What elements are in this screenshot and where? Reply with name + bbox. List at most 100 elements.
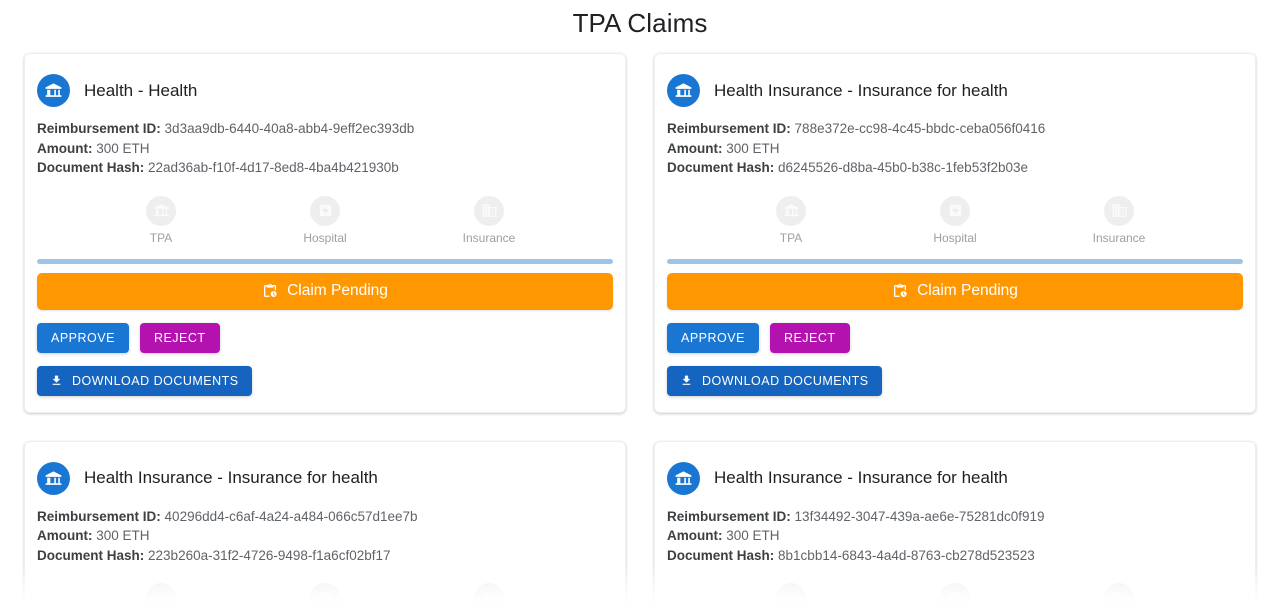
card-title: Health Insurance - Insurance for health — [84, 468, 378, 487]
field-label-reimbursement-id: Reimbursement ID: — [37, 508, 161, 524]
step-hospital[interactable]: Hospital — [905, 583, 1005, 611]
reject-button[interactable]: REJECT — [139, 322, 220, 353]
hospital-plus-icon — [310, 195, 340, 226]
claim-progress-bar — [667, 258, 1243, 264]
claim-stepper: TPA Hospital Insurance — [37, 565, 613, 611]
step-label-insurance: Insurance — [1092, 230, 1146, 245]
hospital-plus-icon — [940, 195, 970, 226]
approve-button[interactable]: APPROVE — [667, 322, 759, 353]
field-document-hash: Document Hash: 223b260a-31f2-4726-9498-f… — [37, 546, 613, 566]
card-header: Health Insurance - Insurance for health — [667, 460, 1243, 505]
pending-clipboard-icon — [892, 283, 908, 299]
card-header: Health Insurance - Insurance for health — [667, 72, 1243, 117]
field-value-reimbursement-id: 13f34492-3047-439a-ae6e-75281dc0f919 — [794, 508, 1045, 524]
field-value-amount: 300 ETH — [96, 528, 150, 543]
download-documents-label: DOWNLOAD DOCUMENTS — [702, 373, 869, 388]
bank-icon — [776, 195, 806, 226]
reject-button[interactable]: REJECT — [769, 322, 850, 353]
step-tpa[interactable]: TPA — [111, 195, 211, 245]
building-icon — [1104, 583, 1134, 611]
field-reimbursement-id: Reimbursement ID: 13f34492-3047-439a-ae6… — [667, 507, 1243, 527]
field-value-reimbursement-id: 40296dd4-c6af-4a24-a484-066c57d1ee7b — [164, 508, 418, 524]
field-amount: Amount: 300 ETH — [667, 526, 1243, 546]
field-value-amount: 300 ETH — [96, 140, 150, 156]
field-label-document-hash: Document Hash: — [667, 547, 775, 563]
field-reimbursement-id: Reimbursement ID: 788e372e-cc98-4c45-bbd… — [667, 119, 1243, 139]
bank-avatar-icon — [667, 74, 700, 107]
download-documents-button[interactable]: DOWNLOAD DOCUMENTS — [667, 365, 882, 396]
step-hospital[interactable]: Hospital — [275, 195, 375, 245]
field-value-amount: 300 ETH — [726, 140, 780, 156]
step-hospital[interactable]: Hospital — [275, 583, 375, 611]
card-title: Health Insurance - Insurance for health — [714, 468, 1008, 487]
card-title: Health - Health — [84, 80, 198, 100]
step-tpa[interactable]: TPA — [741, 195, 841, 245]
step-insurance[interactable]: Insurance — [1069, 195, 1169, 245]
building-icon — [474, 583, 504, 611]
pending-clipboard-icon — [262, 283, 278, 299]
claim-status-label: Claim Pending — [287, 282, 388, 299]
claim-card-1[interactable]: Health - Health Reimbursement ID: 3d3aa9… — [24, 53, 626, 413]
field-label-reimbursement-id: Reimbursement ID: — [37, 121, 161, 136]
step-insurance[interactable]: Insurance — [1069, 583, 1169, 611]
card-body: Reimbursement ID: 40296dd4-c6af-4a24-a48… — [37, 505, 613, 566]
field-reimbursement-id: Reimbursement ID: 3d3aa9db-6440-40a8-abb… — [37, 119, 613, 139]
card-header: Health Insurance - Insurance for health — [37, 460, 613, 505]
step-label-tpa: TPA — [149, 230, 173, 245]
claims-grid: Health - Health Reimbursement ID: 3d3aa9… — [0, 53, 1280, 611]
step-insurance[interactable]: Insurance — [439, 583, 539, 611]
approve-button[interactable]: APPROVE — [37, 322, 129, 353]
field-label-document-hash: Document Hash: — [37, 547, 145, 563]
card-body: Reimbursement ID: 3d3aa9db-6440-40a8-abb… — [37, 117, 613, 178]
field-label-document-hash: Document Hash: — [37, 160, 145, 175]
download-icon — [680, 374, 693, 387]
bank-avatar-icon — [37, 74, 70, 107]
field-amount: Amount: 300 ETH — [37, 526, 613, 546]
claim-card-3[interactable]: Health Insurance - Insurance for health … — [24, 440, 626, 611]
bank-icon — [146, 583, 176, 611]
claim-stepper: TPA Hospital Insurance — [667, 565, 1243, 611]
claim-action-row: APPROVE REJECT — [667, 310, 1243, 353]
field-value-document-hash: 8b1cbb14-6843-4a4d-8763-cb278d523523 — [778, 547, 1035, 563]
step-insurance[interactable]: Insurance — [439, 195, 539, 245]
field-label-amount: Amount: — [37, 140, 93, 156]
page-title: TPA Claims — [572, 8, 708, 38]
field-reimbursement-id: Reimbursement ID: 40296dd4-c6af-4a24-a48… — [37, 507, 613, 527]
field-amount: Amount: 300 ETH — [37, 139, 613, 159]
step-hospital[interactable]: Hospital — [905, 195, 1005, 245]
field-label-amount: Amount: — [37, 528, 93, 543]
step-label-hospital: Hospital — [933, 230, 977, 245]
field-value-amount: 300 ETH — [726, 528, 780, 543]
step-label-insurance: Insurance — [462, 230, 516, 245]
bank-icon — [146, 195, 176, 226]
claim-stepper: TPA Hospital Insurance — [667, 178, 1243, 251]
step-tpa[interactable]: TPA — [741, 583, 841, 611]
field-label-amount: Amount: — [667, 140, 723, 156]
tpa-claims-page: TPA Claims Health - Health Reimbursement… — [0, 0, 1280, 611]
bank-avatar-icon — [667, 461, 700, 495]
building-icon — [474, 195, 504, 226]
download-documents-button[interactable]: DOWNLOAD DOCUMENTS — [37, 365, 252, 396]
field-amount: Amount: 300 ETH — [667, 139, 1243, 159]
field-value-document-hash: 223b260a-31f2-4726-9498-f1a6cf02bf17 — [148, 547, 391, 563]
claim-card-2[interactable]: Health Insurance - Insurance for health … — [654, 53, 1256, 413]
field-document-hash: Document Hash: 8b1cbb14-6843-4a4d-8763-c… — [667, 546, 1243, 566]
field-value-reimbursement-id: 3d3aa9db-6440-40a8-abb4-9eff2ec393db — [164, 121, 415, 136]
claim-status-button[interactable]: Claim Pending — [37, 272, 613, 310]
field-document-hash: Document Hash: d6245526-d8ba-45b0-b38c-1… — [667, 158, 1243, 178]
step-tpa[interactable]: TPA — [111, 583, 211, 611]
field-label-reimbursement-id: Reimbursement ID: — [667, 508, 791, 524]
field-value-document-hash: d6245526-d8ba-45b0-b38c-1feb53f2b03e — [778, 160, 1028, 175]
claim-status-button[interactable]: Claim Pending — [667, 272, 1243, 310]
claim-progress-bar — [37, 258, 613, 264]
field-label-document-hash: Document Hash: — [667, 160, 775, 175]
step-label-tpa: TPA — [779, 230, 803, 245]
download-icon — [50, 374, 63, 387]
claim-status-label: Claim Pending — [917, 282, 1018, 299]
field-document-hash: Document Hash: 22ad36ab-f10f-4d17-8ed8-4… — [37, 158, 613, 178]
building-icon — [1104, 195, 1134, 226]
claim-card-4[interactable]: Health Insurance - Insurance for health … — [654, 440, 1256, 611]
hospital-plus-icon — [940, 583, 970, 611]
card-title: Health Insurance - Insurance for health — [714, 80, 1008, 100]
field-label-amount: Amount: — [667, 528, 723, 543]
